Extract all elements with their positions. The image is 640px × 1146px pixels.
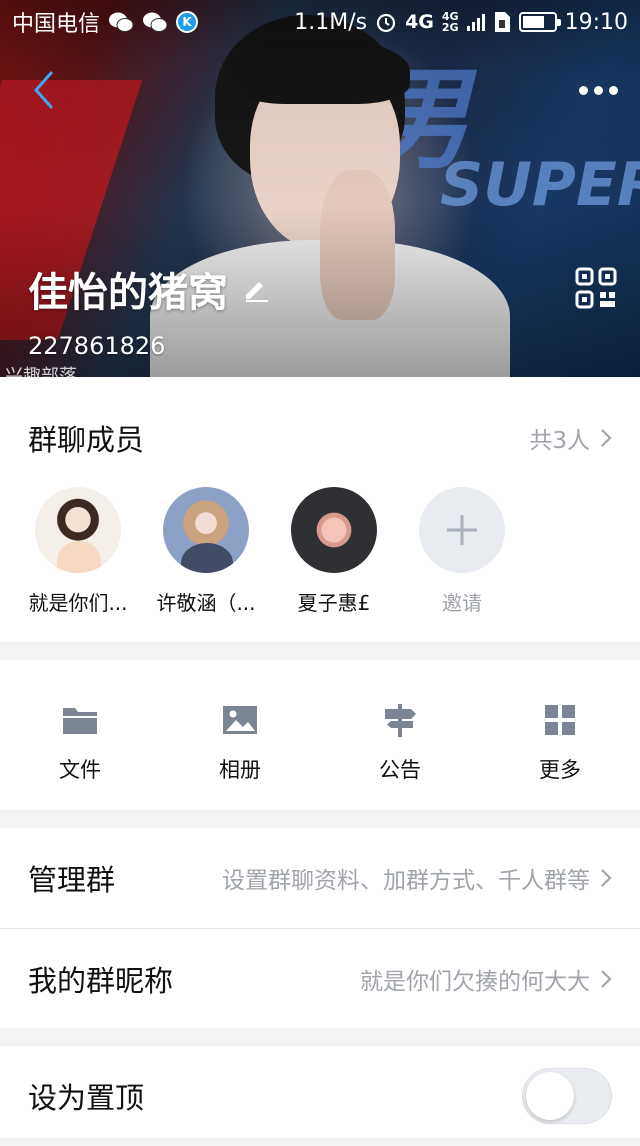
edit-pencil-icon[interactable] <box>242 275 270 303</box>
nickname-row[interactable]: 我的群昵称 就是你们欠揍的何大大 <box>0 928 640 1028</box>
group-name: 佳怡的猪窝 <box>28 270 228 316</box>
folder-icon <box>60 700 100 740</box>
avatar[interactable] <box>35 487 121 573</box>
tool-label: 相册 <box>219 758 261 782</box>
members-title: 群聊成员 <box>28 423 145 457</box>
group-title-row: 佳怡的猪窝 <box>28 260 270 318</box>
member-name: 夏子惠£ <box>297 591 371 615</box>
members-header[interactable]: 群聊成员 共3人 <box>28 417 612 459</box>
chevron-right-icon <box>601 429 612 447</box>
wechat-icon <box>143 12 168 32</box>
member-name: 就是你们... <box>28 591 128 615</box>
nickname-value-wrap: 就是你们欠揍的何大大 <box>360 962 612 996</box>
back-arrow-icon <box>33 71 54 109</box>
members-list: 就是你们... 许敬涵（... 夏子惠£ 邀请 <box>28 487 512 616</box>
member-item[interactable]: 就是你们... <box>28 487 128 616</box>
group-header-banner: 男 SUPER 中国电信 K 1.1M/s 4G <box>0 0 640 377</box>
tools-row: 文件 相册 公告 更多 <box>0 700 640 784</box>
tool-label: 文件 <box>59 758 101 782</box>
members-section: 群聊成员 共3人 就是你们... 许敬涵（... 夏子惠£ 邀请 <box>0 377 640 642</box>
tool-album[interactable]: 相册 <box>160 700 320 784</box>
avatar[interactable] <box>163 487 249 573</box>
member-count-link[interactable]: 共3人 <box>529 421 612 455</box>
more-button[interactable] <box>568 70 628 110</box>
invite-label: 邀请 <box>442 591 482 615</box>
nickname-value: 就是你们欠揍的何大大 <box>360 968 590 995</box>
banner-overlay <box>0 0 640 377</box>
tool-announcement[interactable]: 公告 <box>320 700 480 784</box>
battery-icon <box>518 12 561 32</box>
group-id: 227861826 <box>28 332 166 360</box>
pin-section: 设为置顶 <box>0 1046 640 1138</box>
k-app-icon: K <box>176 11 199 33</box>
invite-avatar[interactable] <box>419 487 505 573</box>
member-count: 共3人 <box>529 428 590 454</box>
chevron-right-icon <box>601 969 612 988</box>
avatar[interactable] <box>291 487 377 573</box>
group-tag: 兴趣部落 <box>5 366 77 377</box>
grid-icon <box>540 700 580 740</box>
tool-label: 公告 <box>379 758 421 782</box>
signal-icon <box>466 13 485 31</box>
pin-toggle[interactable] <box>522 1068 612 1124</box>
clock: 19:10 <box>564 9 628 35</box>
status-bar: 中国电信 K 1.1M/s 4G 4G 2G 19:10 <box>0 0 640 44</box>
carrier-label: 中国电信 <box>12 12 101 37</box>
battery-level <box>522 16 544 28</box>
toggle-knob[interactable] <box>526 1072 574 1120</box>
net-type: 4G <box>405 11 434 33</box>
pin-row: 设为置顶 <box>0 1046 640 1146</box>
tool-files[interactable]: 文件 <box>0 700 160 784</box>
invite-member-button[interactable]: 邀请 <box>412 487 512 616</box>
tools-section: 文件 相册 公告 更多 <box>0 660 640 810</box>
manage-group-title: 管理群 <box>28 863 116 897</box>
signpost-icon <box>380 700 420 740</box>
plus-icon <box>447 515 477 545</box>
more-dots-icon <box>578 85 588 95</box>
net-speed: 1.1M/s <box>294 9 368 35</box>
manage-group-value-wrap: 设置群聊资料、加群方式、千人群等 <box>222 861 612 895</box>
wechat-icon <box>109 12 134 32</box>
nickname-title: 我的群昵称 <box>28 963 174 998</box>
dual-net-indicator: 4G 2G <box>442 11 459 33</box>
chevron-right-icon <box>601 869 612 887</box>
net-sub-bottom: 2G <box>441 21 459 34</box>
pin-title: 设为置顶 <box>28 1081 145 1115</box>
tool-more[interactable]: 更多 <box>480 700 640 784</box>
manage-group-value: 设置群聊资料、加群方式、千人群等 <box>222 868 590 894</box>
back-button[interactable] <box>24 64 64 116</box>
member-name: 许敬涵（... <box>156 591 256 615</box>
sim-icon <box>494 12 510 32</box>
photo-icon <box>220 700 260 740</box>
member-item[interactable]: 许敬涵（... <box>156 487 256 616</box>
manage-group-row[interactable]: 管理群 设置群聊资料、加群方式、千人群等 <box>0 828 640 928</box>
alarm-icon <box>376 13 396 33</box>
member-item[interactable]: 夏子惠£ <box>284 487 384 616</box>
tool-label: 更多 <box>539 758 581 782</box>
settings-section: 管理群 设置群聊资料、加群方式、千人群等 我的群昵称 就是你们欠揍的何大大 <box>0 828 640 1028</box>
qr-code-icon[interactable] <box>574 266 618 310</box>
